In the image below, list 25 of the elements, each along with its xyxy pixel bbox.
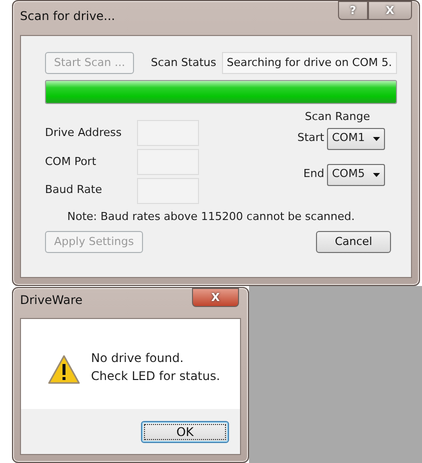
combo-value: COM5: [332, 166, 365, 182]
scan-range-title: Scan Range: [304, 109, 370, 125]
dialog-title: DriveWare: [20, 292, 82, 309]
scan-status-field: Searching for drive on COM 5.: [222, 52, 397, 74]
window-title: Scan for drive...: [20, 8, 116, 24]
close-button[interactable]: X: [368, 1, 412, 20]
dropdown-arrow-icon: [373, 136, 380, 140]
note-text: Note: Baud rates above 115200 cannot be scanned.: [66, 209, 356, 225]
ok-button[interactable]: OK: [141, 420, 229, 442]
combo-value: COM1: [332, 130, 365, 146]
warning-icon: [48, 355, 80, 385]
combo-label: End: [303, 166, 324, 182]
scan-status-label: Scan Status: [150, 54, 216, 71]
field-label: Drive Address: [45, 124, 123, 141]
field-label: COM Port: [45, 154, 98, 170]
help-button[interactable]: ?: [338, 1, 368, 20]
combo-label: Start: [297, 130, 324, 146]
combo-box[interactable]: COM5: [327, 164, 385, 186]
message-text: No drive found.: [91, 350, 185, 367]
field-label: Baud Rate: [45, 182, 103, 198]
close-button[interactable]: X: [192, 288, 239, 307]
dropdown-arrow-icon: [373, 172, 380, 176]
message-text: Check LED for status.: [91, 368, 220, 385]
combo-box[interactable]: COM1: [327, 128, 385, 150]
cancel-button[interactable]: Cancel: [316, 231, 391, 253]
